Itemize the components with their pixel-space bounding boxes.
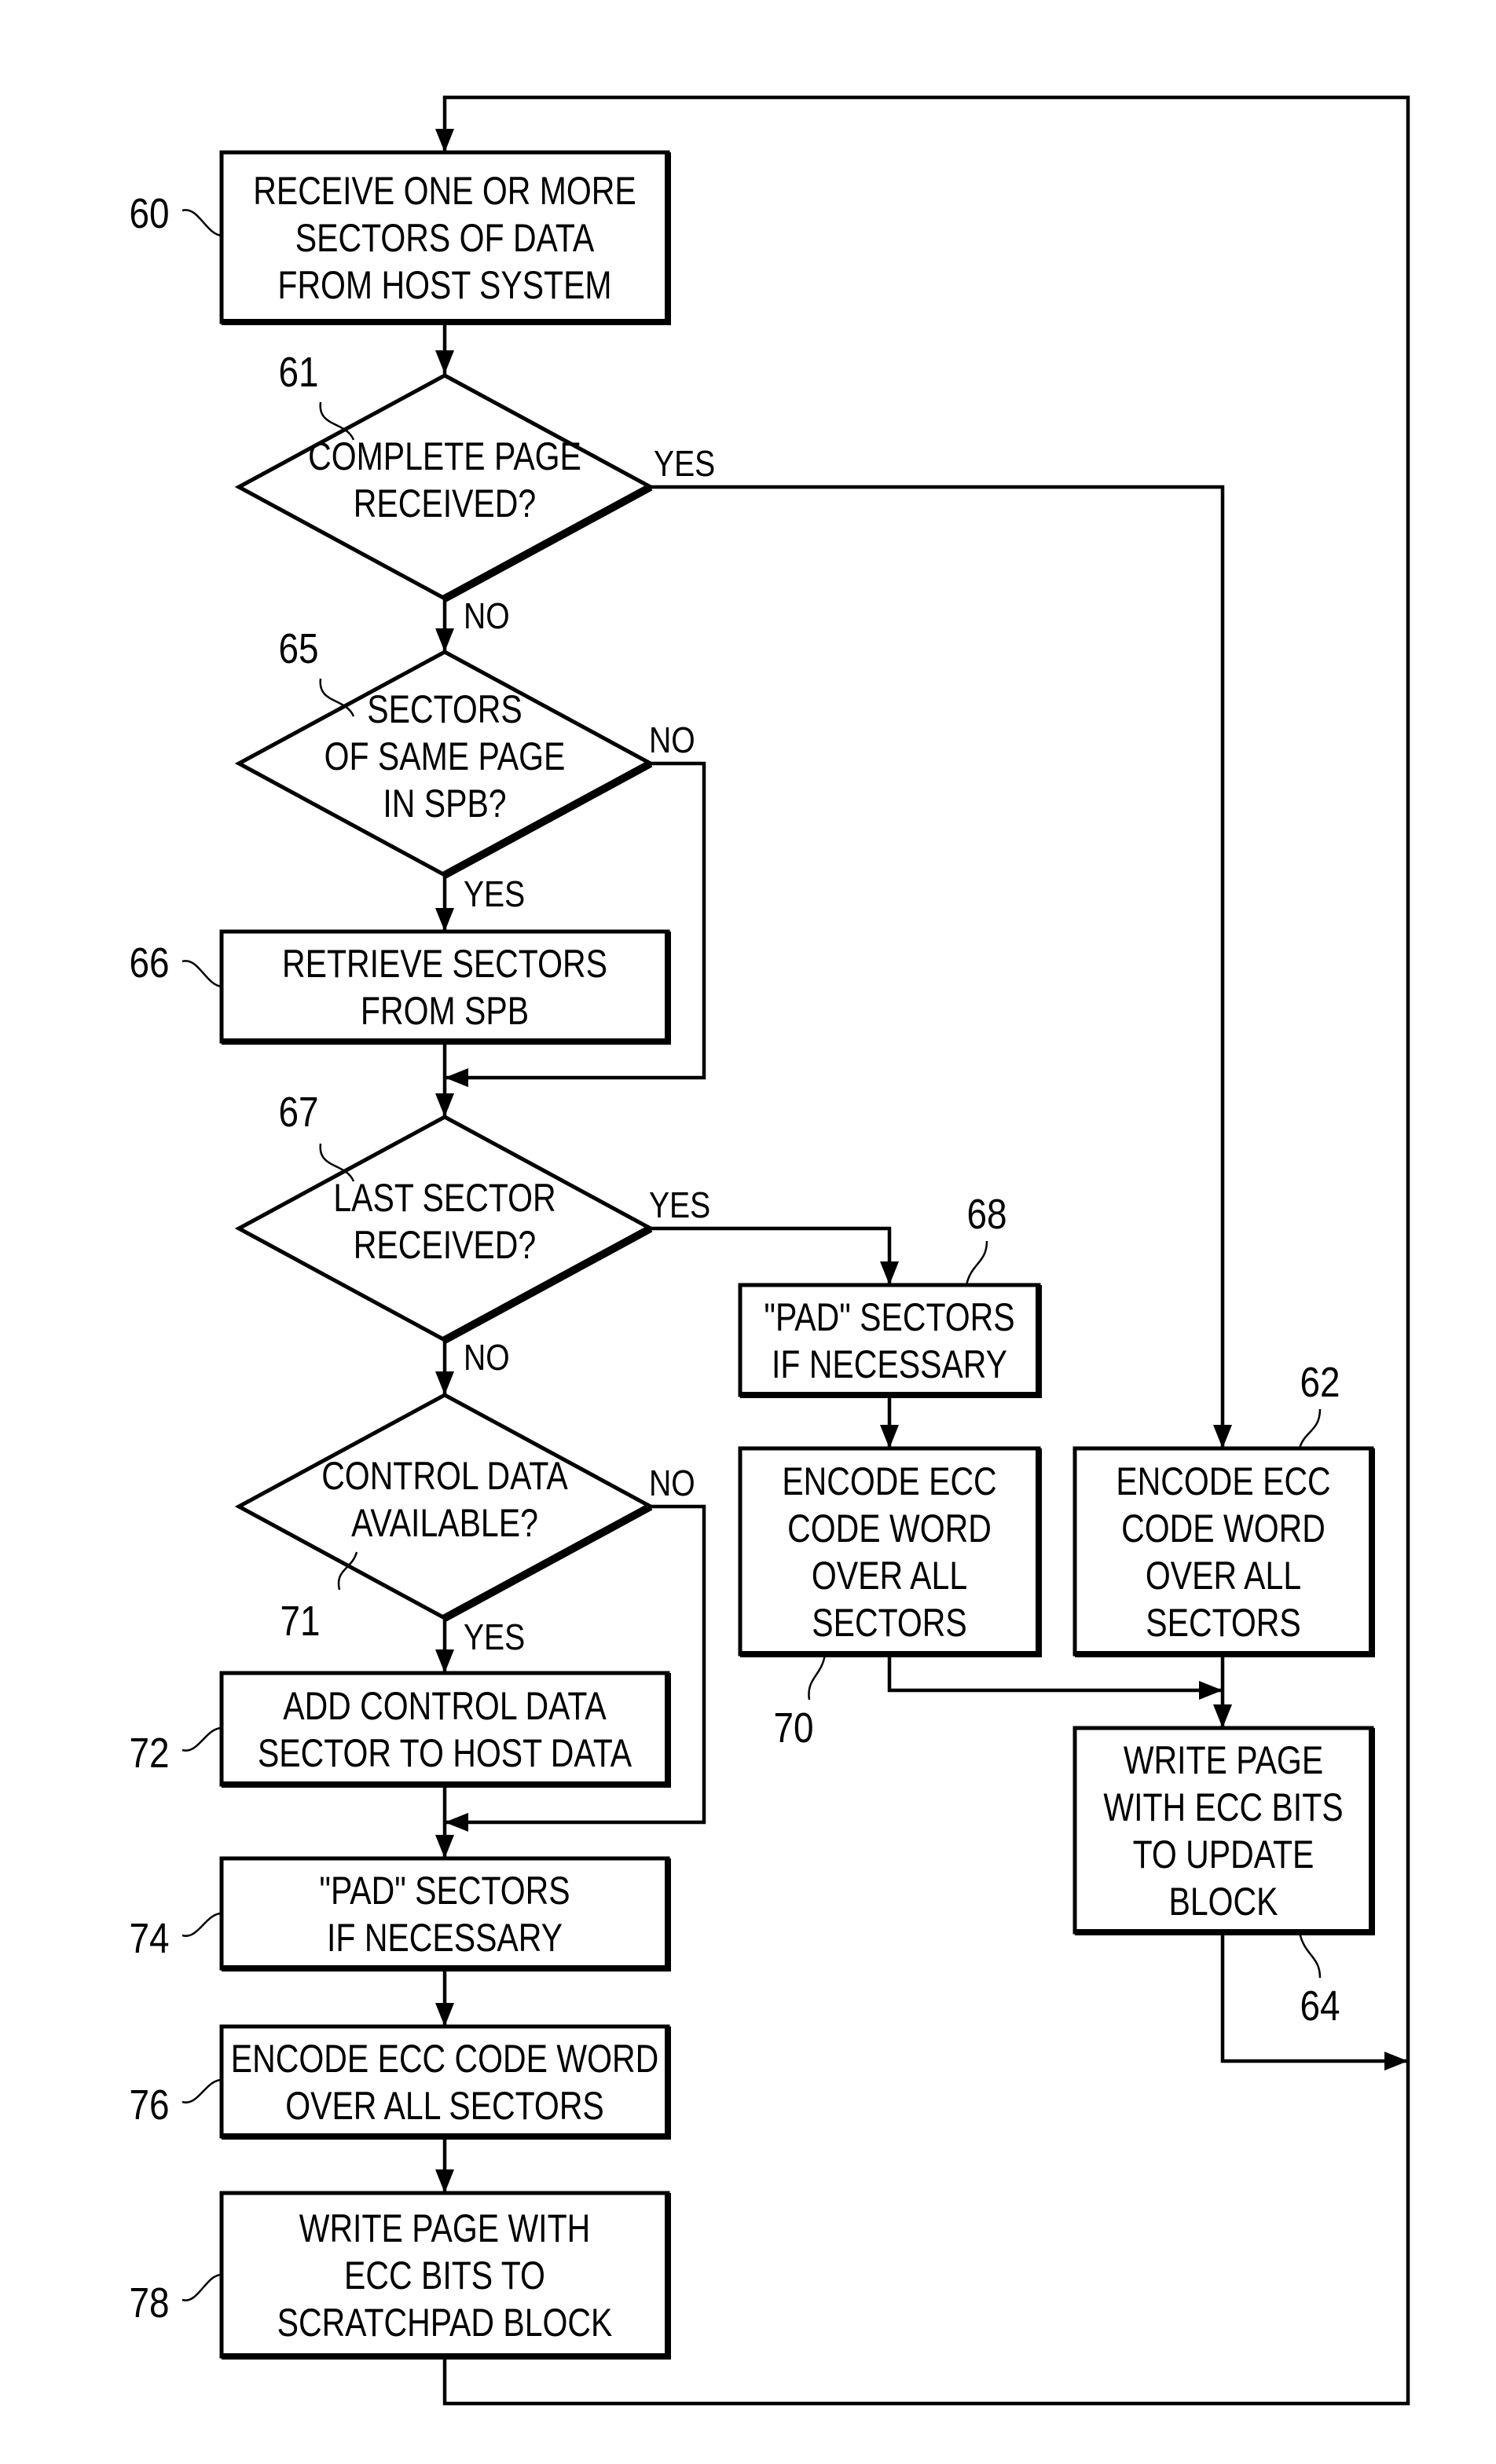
node-text-line: ECC BITS TO xyxy=(344,2253,545,2297)
node-text-line: OVER ALL xyxy=(1146,1554,1301,1598)
leader-line-76 xyxy=(182,2078,222,2103)
leader-line-72 xyxy=(182,1726,222,1752)
node-text-line: WRITE PAGE xyxy=(1124,1738,1323,1782)
leader-line-66 xyxy=(182,960,222,988)
node-text-line: CONTROL DATA xyxy=(321,1454,568,1498)
node-text-line: OF SAME PAGE xyxy=(324,734,566,778)
node-text-60: RECEIVE ONE OR MORE SECTORS OF DATA FROM H… xyxy=(253,169,636,307)
node-text-line: ENCODE ECC xyxy=(782,1459,996,1503)
reference-numeral-67: 67 xyxy=(278,1089,318,1136)
node-text-line: RECEIVED? xyxy=(354,481,536,525)
arrowhead-icon xyxy=(1384,2052,1408,2070)
arrowhead-icon xyxy=(880,1425,899,1448)
leader-line-78 xyxy=(182,2273,222,2301)
edge-label-yes: YES xyxy=(654,444,715,485)
reference-numeral-66: 66 xyxy=(129,939,169,987)
arrowhead-icon xyxy=(435,1371,454,1395)
arrowhead-icon xyxy=(435,350,454,374)
node-text-line: BLOCK xyxy=(1169,1880,1278,1924)
node-text-line: ENCODE ECC xyxy=(1116,1459,1330,1503)
arrowhead-icon xyxy=(1213,1425,1232,1448)
edge-label-yes: YES xyxy=(649,1185,710,1226)
node-text-line: SECTORS xyxy=(1146,1601,1300,1645)
reference-numeral-68: 68 xyxy=(966,1191,1006,1238)
node-text-line: FROM HOST SYSTEM xyxy=(277,263,611,307)
leader-line-68 xyxy=(965,1240,988,1286)
arrowhead-icon xyxy=(1199,1681,1223,1700)
leader-line-74 xyxy=(182,1912,222,1937)
node-text-line: RETRIEVE SECTORS xyxy=(282,942,607,986)
node-text-line: IF NECESSARY xyxy=(327,1916,563,1960)
reference-numeral-60: 60 xyxy=(129,190,169,237)
node-text-line: SECTORS xyxy=(367,687,522,731)
edge-label-no: NO xyxy=(649,720,695,761)
edge-label-yes: YES xyxy=(464,874,525,915)
node-text-line: SECTORS OF DATA xyxy=(295,216,595,260)
connector-70-64 xyxy=(887,1654,1223,1693)
reference-numeral-70: 70 xyxy=(773,1704,813,1752)
node-text-line: ENCODE ECC CODE WORD xyxy=(231,2037,658,2081)
node-text-line: SECTORS xyxy=(812,1601,966,1645)
leader-line-60 xyxy=(182,209,222,237)
node-text-line: AVAILABLE? xyxy=(351,1501,538,1545)
arrowhead-icon xyxy=(1213,1704,1232,1728)
edge-label-no: NO xyxy=(464,596,510,637)
reference-numeral-62: 62 xyxy=(1300,1359,1340,1406)
node-text-line: WITH ECC BITS xyxy=(1103,1785,1343,1829)
reference-numeral-78: 78 xyxy=(129,2279,169,2327)
node-text-line: COMPLETE PAGE xyxy=(308,434,581,478)
node-text-line: RECEIVE ONE OR MORE xyxy=(253,169,636,213)
leader-line-64 xyxy=(1298,1931,1322,1979)
edge-label-no: NO xyxy=(464,1338,510,1378)
reference-numeral-61: 61 xyxy=(278,349,318,396)
arrowhead-icon xyxy=(435,2169,454,2193)
arrowhead-icon xyxy=(435,2003,454,2026)
arrowhead-icon xyxy=(435,129,454,152)
node-text-line: SECTOR TO HOST DATA xyxy=(258,1731,632,1775)
node-text-line: RECEIVED? xyxy=(354,1223,536,1267)
leader-line-62 xyxy=(1298,1408,1322,1449)
node-text-line: ADD CONTROL DATA xyxy=(283,1684,607,1728)
reference-numeral-71: 71 xyxy=(280,1598,320,1645)
node-text-line: TO UPDATE xyxy=(1133,1832,1314,1876)
node-text-line: FROM SPB xyxy=(361,989,529,1033)
arrowhead-icon xyxy=(445,1068,468,1087)
arrowhead-icon xyxy=(435,908,454,932)
reference-numeral-74: 74 xyxy=(129,1915,169,1962)
flowchart: RECEIVE ONE OR MORE SECTORS OF DATA FROM H… xyxy=(129,95,1410,2406)
arrowhead-icon xyxy=(435,1649,454,1673)
node-text-line: IF NECESSARY xyxy=(772,1342,1007,1386)
leader-line-70 xyxy=(808,1653,827,1701)
nodes: RECEIVE ONE OR MORE SECTORS OF DATA FROM H… xyxy=(129,150,1375,2360)
node-text-line: SCRATCHPAD BLOCK xyxy=(277,2301,613,2345)
arrowhead-icon xyxy=(445,1813,468,1832)
edge-label-no: NO xyxy=(649,1463,695,1504)
node-text-line: CODE WORD xyxy=(1121,1507,1326,1551)
node-text-line: "PAD" SECTORS xyxy=(319,1869,570,1913)
arrowhead-icon xyxy=(880,1261,899,1285)
edge-label-yes: YES xyxy=(464,1617,525,1658)
arrowhead-icon xyxy=(435,1835,454,1858)
arrowhead-icon xyxy=(435,1093,454,1117)
arrowhead-icon xyxy=(435,628,454,652)
reference-numeral-76: 76 xyxy=(129,2081,169,2129)
node-text-line: OVER ALL SECTORS xyxy=(285,2084,604,2128)
node-text-line: "PAD" SECTORS xyxy=(764,1295,1014,1339)
node-text-line: CODE WORD xyxy=(787,1507,992,1551)
reference-numeral-72: 72 xyxy=(129,1730,169,1777)
node-text-line: LAST SECTOR xyxy=(333,1176,556,1220)
connector-67-68-yes xyxy=(649,1226,892,1285)
node-text-line: WRITE PAGE WITH xyxy=(299,2206,590,2250)
reference-numeral-64: 64 xyxy=(1300,1983,1340,2030)
reference-numeral-65: 65 xyxy=(278,625,318,672)
node-text-line: IN SPB? xyxy=(383,782,506,826)
node-text-line: OVER ALL xyxy=(812,1554,967,1598)
